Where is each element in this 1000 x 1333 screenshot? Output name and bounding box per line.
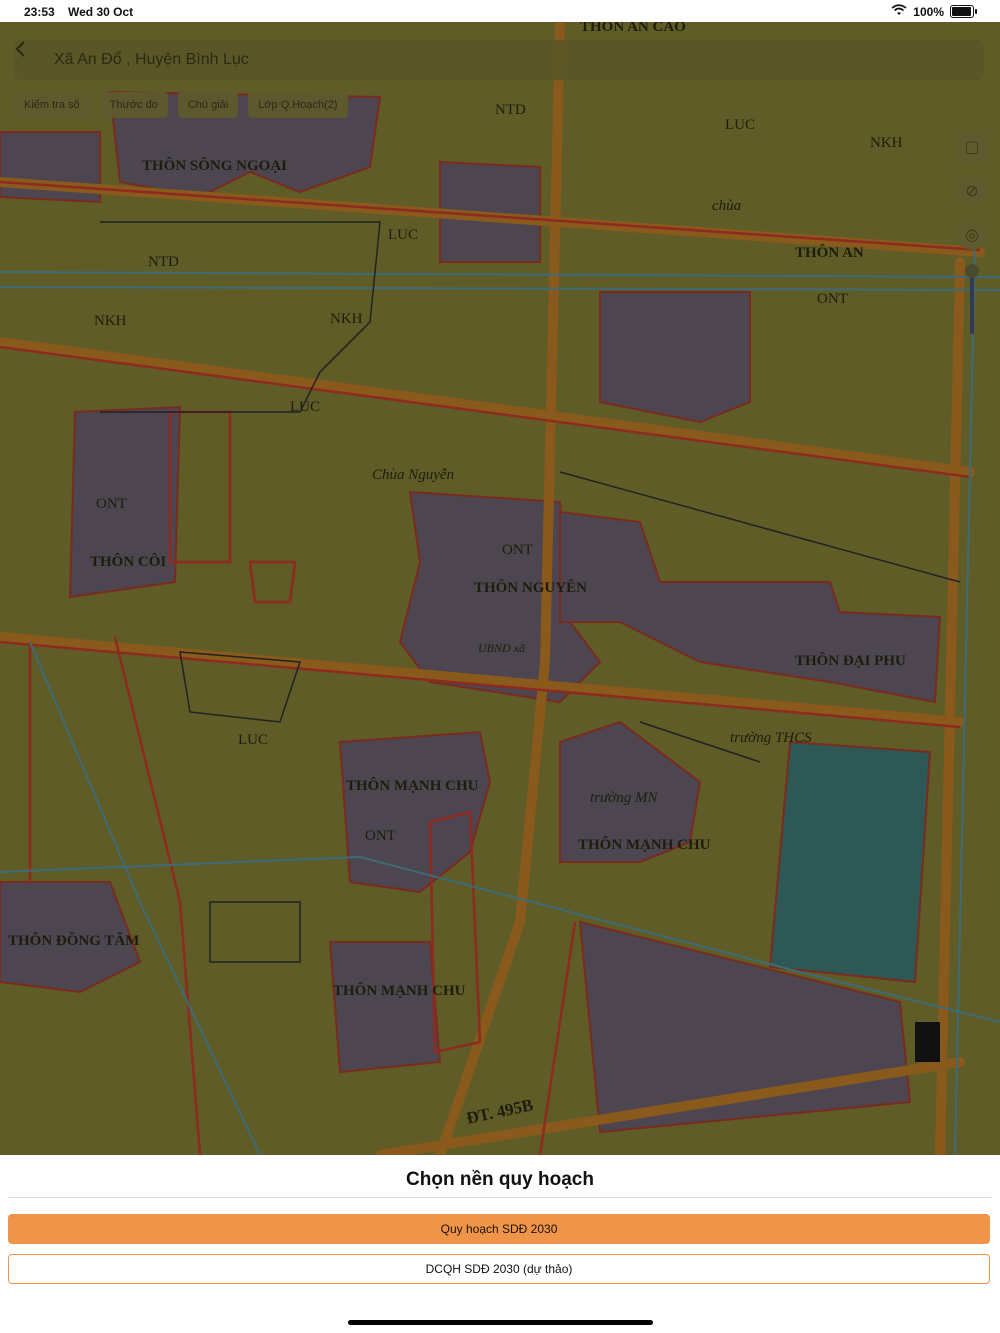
map-label: NTD — [495, 102, 526, 118]
map-label: ONT — [96, 496, 127, 512]
status-time: 23:53 — [24, 5, 55, 19]
compass-icon[interactable]: ⊘ — [957, 176, 987, 206]
chip-planning-layers[interactable]: Lớp Q.Hoạch(2) — [248, 92, 348, 118]
map-tools: ▢ ⊘ ◎ — [956, 132, 988, 334]
chip-ruler[interactable]: Thước đo — [99, 92, 168, 118]
layers-icon[interactable]: ▢ — [957, 132, 987, 162]
battery-icon — [950, 5, 977, 18]
map-toolbar: Kiểm tra số Thước đo Chú giải Lớp Q.Hoạc… — [14, 92, 348, 118]
map-label: ONT — [817, 291, 848, 307]
status-bar: 23:53 Wed 30 Oct 100% — [0, 0, 1000, 22]
map-label: NKH — [870, 135, 903, 151]
chip-legend[interactable]: Chú giải — [177, 92, 239, 118]
map-view[interactable]: THÔN SÔNG NGOẠI THÔN AN CAO THÔN AN THÔN… — [0, 22, 1000, 1155]
map-label: NTD — [148, 254, 179, 270]
map-label: ONT — [502, 542, 533, 558]
sheet-title: Chọn nền quy hoạch — [406, 1169, 594, 1190]
map-label: NKH — [94, 313, 127, 329]
map-label: THÔN NGUYÊN — [474, 580, 587, 596]
wifi-icon — [891, 4, 907, 19]
map-label: THÔN SÔNG NGOẠI — [142, 158, 288, 174]
map-label: trường MN — [590, 790, 658, 806]
divider — [8, 1197, 992, 1198]
map-label: ONT — [365, 828, 396, 844]
map-label: LUC — [388, 227, 418, 243]
home-indicator — [348, 1320, 653, 1325]
map-label: THÔN CÔI — [90, 554, 167, 570]
battery-percent: 100% — [913, 4, 944, 19]
option-dcqh-sdd-2030-draft[interactable]: DCQH SDĐ 2030 (dự thảo) — [8, 1254, 990, 1284]
map-label: LUC — [238, 732, 268, 748]
map-label: LUC — [290, 399, 320, 415]
option-sdd-2030[interactable]: Quy hoạch SDĐ 2030 — [8, 1214, 990, 1244]
zoom-slider[interactable] — [965, 264, 979, 334]
zoom-knob[interactable] — [965, 264, 979, 278]
location-bar[interactable]: Xã An Đổ , Huyện Bình Lục — [14, 40, 984, 80]
location-title: Xã An Đổ , Huyện Bình Lục — [54, 51, 249, 68]
chevron-left-icon[interactable] — [14, 40, 54, 80]
map-label: chùa — [712, 198, 742, 214]
map-label: Chùa Nguyễn — [372, 467, 455, 483]
locate-icon[interactable]: ◎ — [957, 220, 987, 250]
map-label: trường THCS — [730, 730, 812, 746]
map-label: NKH — [330, 311, 363, 327]
chip-check-number[interactable]: Kiểm tra số — [14, 92, 90, 118]
map-label: THÔN ĐỒNG TÂM — [8, 933, 140, 949]
map-label: THÔN MẠNH CHU — [333, 983, 466, 999]
map-label: THÔN ĐẠI PHU — [795, 653, 906, 669]
map-label: UBND xã — [478, 641, 525, 655]
status-date: Wed 30 Oct — [68, 5, 134, 19]
map-label: THÔN AN CAO — [580, 22, 686, 35]
map-label: LUC — [725, 117, 755, 133]
map-label: THÔN MẠNH CHU — [346, 778, 479, 794]
status-right: 100% — [891, 4, 977, 19]
bottom-sheet: Chọn nền quy hoạch Quy hoạch SDĐ 2030 DC… — [0, 1155, 1000, 1333]
map-label: THÔN AN — [795, 245, 864, 261]
map-label: THÔN MẠNH CHU — [578, 837, 711, 853]
